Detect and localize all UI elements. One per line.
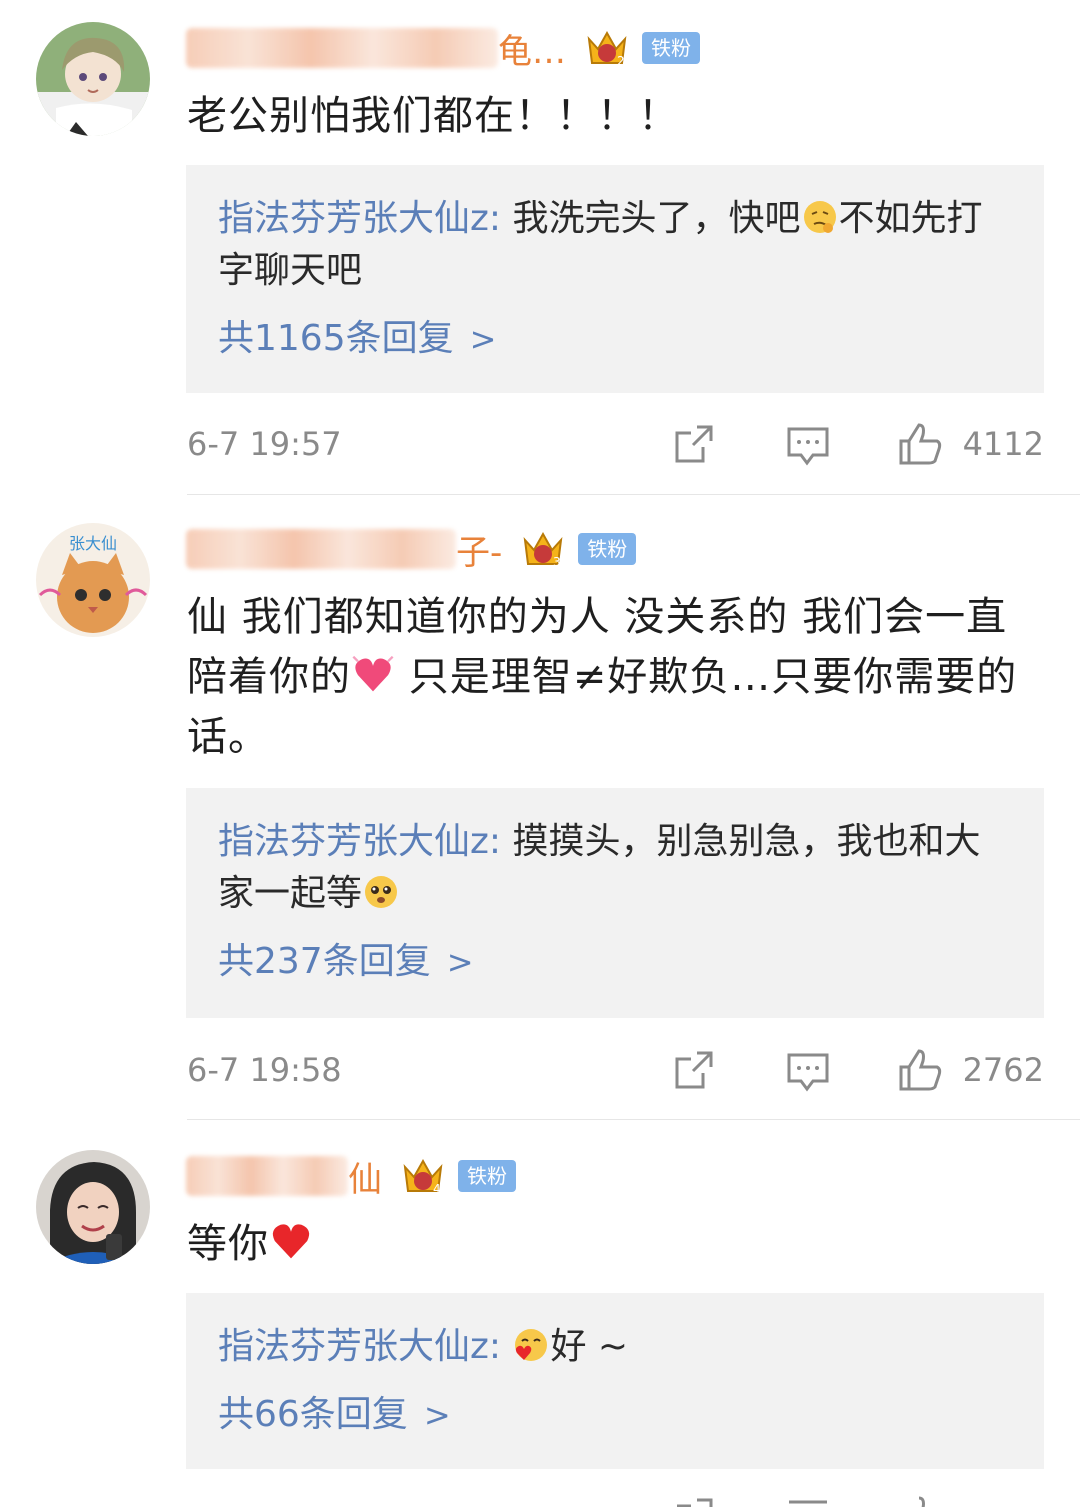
svg-text:张大仙: 张大仙 <box>69 534 117 553</box>
blurred-username <box>186 28 498 68</box>
chevron-right-icon: > <box>446 943 474 981</box>
reply-text: 我洗完头了，快吧 <box>512 198 801 239</box>
comment-text: 等你 <box>187 1214 1047 1274</box>
share-icon[interactable] <box>671 1494 717 1507</box>
avatar[interactable] <box>36 1150 150 1264</box>
chevron-right-icon: > <box>423 1396 451 1434</box>
reply-count-link[interactable]: 共1165条回复 > <box>218 313 1012 365</box>
reply-count-link[interactable]: 共237条回复 > <box>218 936 1012 988</box>
comment-meta: 6-7 19:57 4112 <box>187 415 1044 475</box>
avatar[interactable] <box>36 22 150 136</box>
username-visible[interactable]: 子- <box>456 525 502 574</box>
crown-badge-icon: 3 <box>523 531 563 569</box>
blurred-username <box>186 529 456 569</box>
comment-text: 老公别怕我们都在！！！！ <box>187 93 679 139</box>
svg-text:2: 2 <box>617 54 625 68</box>
pleading-emoji-icon <box>365 876 398 908</box>
blurred-username <box>186 1156 348 1196</box>
chevron-right-icon: > <box>469 320 497 358</box>
comment-meta: 6-7 19:58 2762 <box>187 1041 1044 1101</box>
reply-line: 指法芬芳张大仙z: 摸摸头，别急别急，我也和大家一起等 <box>218 821 981 914</box>
reply-count-link[interactable]: 共66条回复 > <box>218 1389 1012 1441</box>
comment-item: 龟… 2 铁粉 老公别怕我们都在！！！！ 指法芬芳张大仙z: 我洗完头了，快吧 … <box>0 0 1080 495</box>
comment-icon[interactable] <box>785 1494 831 1507</box>
reply-text: 好 ~ <box>550 1326 629 1367</box>
username-row: 龟… 2 铁粉 <box>186 20 700 76</box>
timestamp: 6-7 19:58 <box>187 1051 342 1089</box>
reply-line: 指法芬芳张大仙z: 我洗完头了，快吧 不如先打字聊天吧 <box>218 198 983 291</box>
comment-item: 张大仙 子- 3 铁粉 仙 我们都知道你的为人 没关系的 我们会一直陪着你的 只… <box>0 495 1080 1120</box>
username-visible[interactable]: 仙 <box>348 1152 382 1201</box>
svg-text:4: 4 <box>433 1182 441 1196</box>
avatar[interactable]: 张大仙 <box>36 523 150 637</box>
reply-author[interactable]: 指法芬芳张大仙z <box>218 198 489 239</box>
crown-badge-icon: 4 <box>403 1158 443 1196</box>
like-icon[interactable] <box>897 421 943 467</box>
reply-author[interactable]: 指法芬芳张大仙z <box>218 821 489 862</box>
share-icon[interactable] <box>671 1047 717 1093</box>
comment-text: 仙 我们都知道你的为人 没关系的 我们会一直陪着你的 只是理智≠好欺负…只要你需… <box>187 594 1018 760</box>
like-count: 4112 <box>962 425 1044 463</box>
comment-meta <box>187 1490 1044 1507</box>
share-icon[interactable] <box>671 421 717 467</box>
hearts-emoji-icon <box>352 655 394 692</box>
comment-item: 仙 4 铁粉 等你 指法芬芳张大仙z: 好 ~ 共66条回复 > <box>0 1120 1080 1507</box>
like-icon[interactable] <box>897 1047 943 1093</box>
reply-box[interactable]: 指法芬芳张大仙z: 摸摸头，别急别急，我也和大家一起等 共237条回复 > <box>186 788 1044 1018</box>
username-row: 子- 3 铁粉 <box>186 521 637 577</box>
like-count: 2762 <box>962 1051 1044 1089</box>
comment-icon[interactable] <box>785 1047 831 1093</box>
fan-badge: 铁粉 <box>642 32 700 64</box>
fan-badge: 铁粉 <box>578 533 637 565</box>
reply-box[interactable]: 指法芬芳张大仙z: 好 ~ 共66条回复 > <box>186 1293 1044 1469</box>
red-heart-emoji-icon <box>272 1224 310 1259</box>
comment-icon[interactable] <box>785 421 831 467</box>
crown-badge-icon: 2 <box>587 30 627 68</box>
username-row: 仙 4 铁粉 <box>186 1148 516 1204</box>
svg-text:3: 3 <box>553 555 561 569</box>
kiss-emoji-icon <box>515 1329 548 1361</box>
reply-author[interactable]: 指法芬芳张大仙z <box>218 1326 489 1367</box>
timestamp: 6-7 19:57 <box>187 425 342 463</box>
reply-line: 指法芬芳张大仙z: 好 ~ <box>218 1326 629 1367</box>
fan-badge: 铁粉 <box>458 1160 516 1192</box>
like-icon[interactable] <box>897 1494 943 1507</box>
thinking-emoji-icon <box>803 201 836 233</box>
reply-box[interactable]: 指法芬芳张大仙z: 我洗完头了，快吧 不如先打字聊天吧 共1165条回复 > <box>186 165 1044 393</box>
username-visible[interactable]: 龟… <box>498 24 566 73</box>
